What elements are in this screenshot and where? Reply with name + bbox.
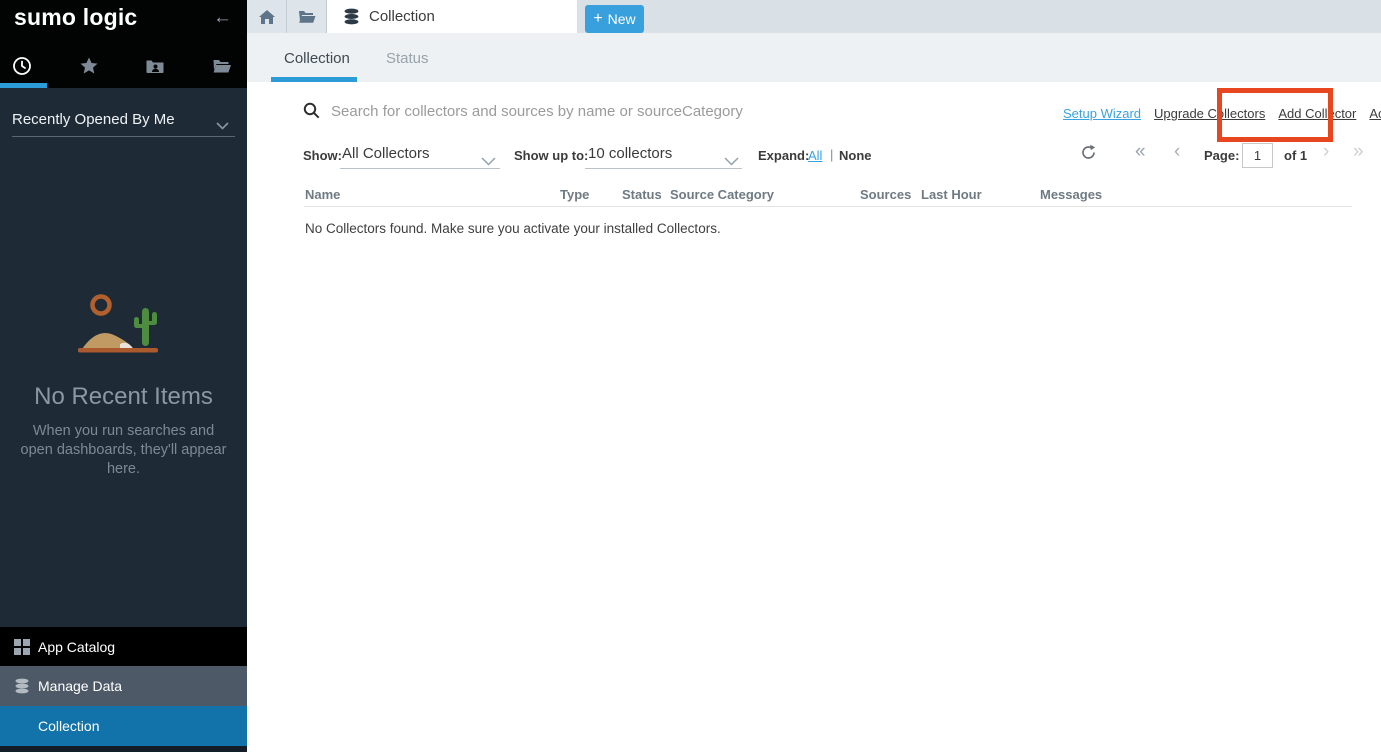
browse-tabs-button[interactable] [287,0,327,33]
home-icon [258,9,276,25]
subtab-collection[interactable]: Collection [284,50,350,67]
column-header-sources: Sources [860,187,911,202]
column-header-messages: Messages [1040,187,1102,202]
subtab-status[interactable]: Status [386,50,429,67]
column-header-status: Status [622,187,662,202]
expand-none-link[interactable]: None [839,148,872,163]
page-count-label: of 1 [1284,148,1307,163]
sidebar-item-label: Manage Data [38,678,122,694]
empty-table-message: No Collectors found. Make sure you activ… [305,221,721,236]
desert-illustration [76,290,162,361]
database-icon [343,8,360,25]
setup-wizard-link[interactable]: Setup Wizard [1063,106,1141,121]
add-collector-link[interactable]: Add Collector [1278,106,1356,121]
next-page-icon[interactable]: › [1323,141,1329,163]
access-keys-link[interactable]: Access Keys [1369,106,1381,121]
show-dropdown-underline [340,168,500,169]
sidebar-item-collection-selected[interactable]: Collection [0,706,247,746]
grid-icon [14,639,30,655]
active-tab-indicator [0,83,47,88]
folder-icon [298,9,316,24]
new-button-label: New [608,11,636,27]
search-icon [303,102,320,124]
favorites-tab-star-icon[interactable] [79,56,99,76]
no-recent-items-description: When you run searches and open dashboard… [16,422,231,479]
expand-all-link[interactable]: All [808,148,822,163]
sidebar-item-label: Collection [38,718,99,734]
no-recent-items-title: No Recent Items [0,383,247,411]
page-label: Page: [1204,148,1239,163]
upgrade-collectors-link[interactable]: Upgrade Collectors [1154,106,1265,121]
column-header-name: Name [305,187,340,202]
show-up-to-label: Show up to: [514,148,588,163]
show-dropdown[interactable]: All Collectors [342,145,430,162]
page-number-input[interactable] [1242,143,1273,168]
sidebar-item-manage-data[interactable]: Manage Data [0,666,247,706]
personal-library-icon[interactable] [145,56,165,76]
tab-label: Collection [369,8,435,25]
sidebar-bottom-strip [0,746,247,752]
collapse-sidebar-icon[interactable]: ← [213,7,232,29]
previous-page-icon[interactable]: ‹ [1174,141,1180,163]
library-folder-icon[interactable] [212,56,232,76]
plus-icon: + [593,10,602,28]
expand-label: Expand: [758,148,809,163]
column-header-type: Type [560,187,589,202]
show-up-to-underline [585,168,742,169]
sumo-logic-logo: sumo logic [14,4,137,31]
refresh-icon[interactable] [1080,144,1097,166]
sidebar-header: sumo logic ← [0,0,247,88]
top-tab-strip: Collection + New [247,0,1381,33]
tab-collection[interactable]: Collection [327,0,577,33]
sidebar-item-label: App Catalog [38,639,115,655]
new-tab-button[interactable]: + New [585,5,644,33]
recent-selector-underline [12,136,235,137]
show-label: Show: [303,148,342,163]
chevron-down-icon[interactable] [216,117,229,135]
recents-tab-clock-icon[interactable] [12,56,32,76]
column-header-source-category: Source Category [670,187,774,202]
first-page-icon[interactable]: « [1135,141,1146,163]
column-header-last-hour: Last Hour [921,187,982,202]
subtab-bar: Collection Status [247,33,1381,82]
show-up-to-dropdown[interactable]: 10 collectors [588,145,672,162]
recently-opened-selector[interactable]: Recently Opened By Me [12,111,235,128]
last-page-icon[interactable]: » [1353,141,1364,163]
database-icon [14,678,30,694]
sidebar: sumo logic ← Recently Opened By Me [0,0,247,752]
expand-separator: | [830,147,833,162]
table-header-divider [304,206,1352,207]
sidebar-item-app-catalog[interactable]: App Catalog [0,627,247,666]
collection-content: Setup Wizard Upgrade Collectors Add Coll… [247,82,1381,752]
search-input[interactable] [331,99,951,123]
toolbar-links: Setup Wizard Upgrade Collectors Add Coll… [1063,106,1381,121]
home-button[interactable] [247,0,287,33]
